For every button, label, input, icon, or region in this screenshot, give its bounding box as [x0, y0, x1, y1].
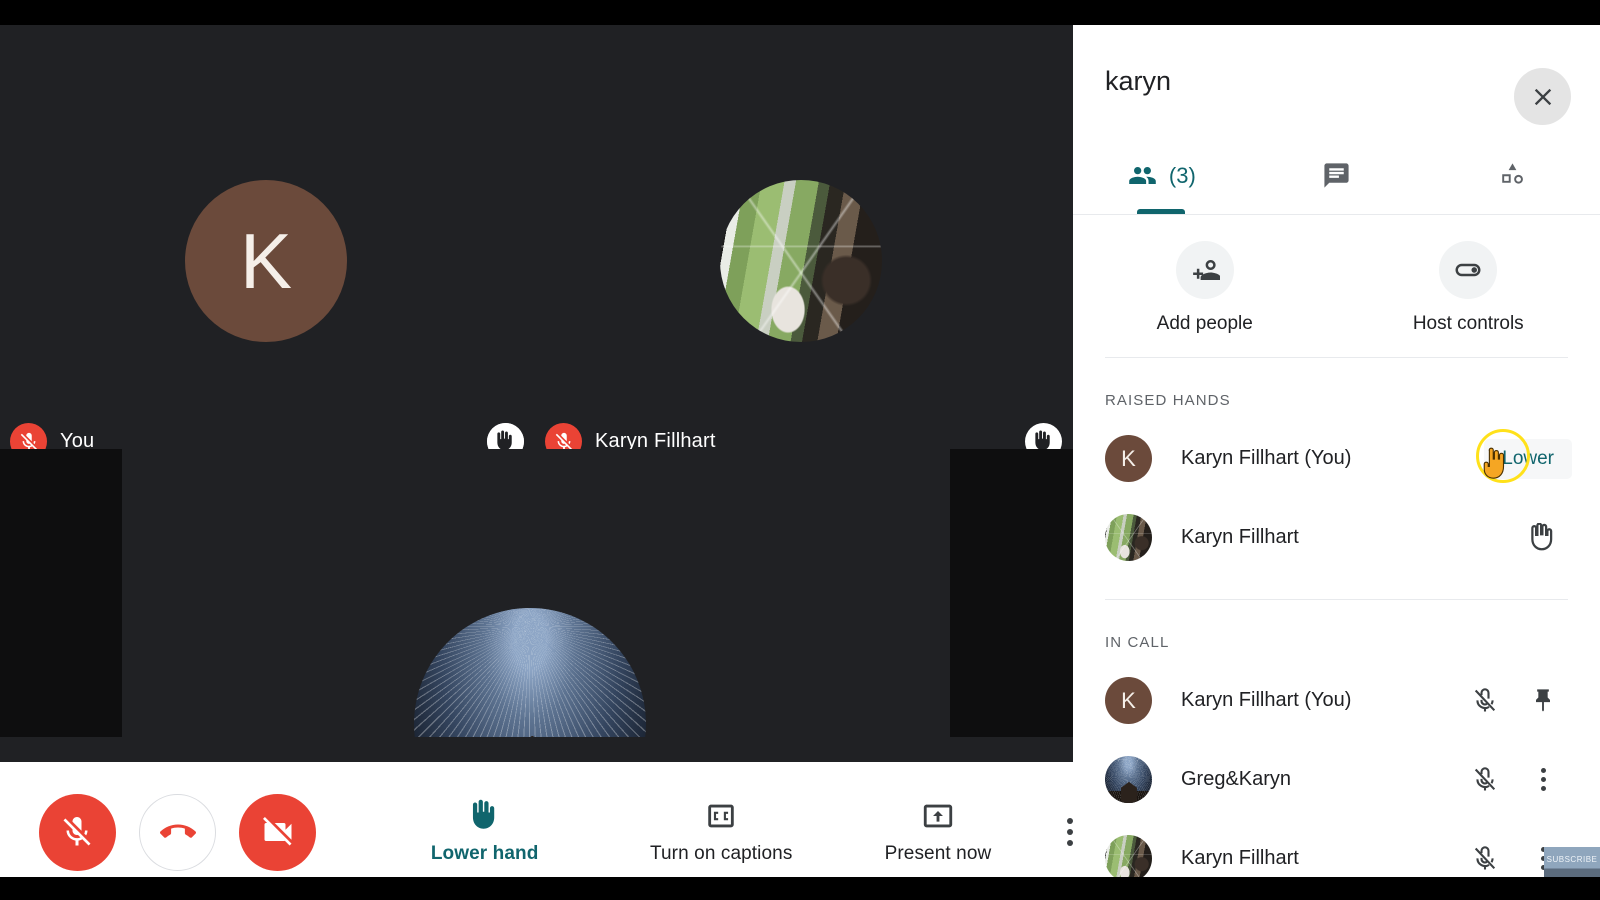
letterbox-bottom	[0, 877, 1600, 900]
avatar-initial: K	[1121, 445, 1136, 471]
row-actions	[1456, 751, 1572, 809]
in-call-row-greg-karyn[interactable]: Greg&Karyn	[1073, 740, 1600, 819]
participant-name: Greg&Karyn	[1181, 768, 1292, 790]
video-stage: K You Karyn Fillhart Lower hand Turn on …	[0, 25, 1073, 877]
section-raised-hands-title: Raised hands	[1105, 392, 1231, 409]
letterbox-top	[0, 0, 1600, 25]
in-call-row-you[interactable]: K Karyn Fillhart (You)	[1073, 661, 1600, 740]
lower-hand-label: Lower hand	[430, 843, 539, 864]
person-add-icon	[1175, 241, 1234, 299]
camera-off-icon	[262, 817, 292, 846]
subscribe-text: SUBSCRIBE	[1546, 855, 1598, 864]
raised-hand-icon	[468, 799, 502, 833]
participant-name: Karyn Fillhart	[1181, 847, 1299, 869]
in-call-row-karyn[interactable]: Karyn Fillhart	[1073, 819, 1600, 877]
more-vertical-icon[interactable]	[1514, 751, 1572, 809]
avatar: K	[1105, 677, 1152, 724]
raised-hand-row-you[interactable]: K Karyn Fillhart (You) Lower	[1073, 419, 1600, 498]
pin-icon[interactable]	[1514, 672, 1572, 730]
tab-activities[interactable]	[1424, 137, 1600, 214]
avatar-initial: K	[1121, 687, 1136, 713]
closed-caption-icon	[704, 799, 738, 833]
present-label: Present now	[884, 843, 992, 864]
raised-hand-icon	[1514, 509, 1572, 567]
video-tile-karyn[interactable]	[470, 25, 1073, 440]
subscribe-watermark: SUBSCRIBE	[1544, 847, 1600, 877]
present-now-action[interactable]: Present now	[885, 799, 992, 865]
add-people-label: Add people	[1156, 313, 1253, 334]
participant-name: Karyn Fillhart (You)	[1181, 689, 1352, 711]
people-count: (3)	[1168, 162, 1196, 188]
mic-off-icon[interactable]	[1456, 830, 1514, 878]
row-actions	[1456, 672, 1572, 730]
leave-call-button[interactable]	[139, 793, 217, 871]
video-tile-greg-karyn[interactable]	[122, 449, 950, 737]
participant-name: Karyn Fillhart	[1181, 526, 1299, 548]
video-tile-empty-right[interactable]	[950, 449, 1073, 737]
row-actions	[1514, 509, 1572, 567]
avatar: K	[185, 180, 347, 342]
mic-off-icon	[63, 817, 91, 846]
hangup-phone-icon	[159, 824, 196, 838]
mic-off-icon[interactable]	[1456, 751, 1514, 809]
present-screen-icon	[921, 799, 955, 833]
people-panel: karyn (3) Add people Host controls RAISE…	[1073, 25, 1600, 877]
lower-hand-button[interactable]: Lower	[1484, 438, 1572, 479]
avatar-photo	[1105, 756, 1152, 803]
panel-tabs: (3)	[1073, 137, 1600, 215]
tab-chat[interactable]	[1249, 137, 1425, 214]
turn-on-captions-action[interactable]: Turn on captions	[650, 799, 792, 865]
toggle-switch-icon	[1439, 241, 1498, 299]
host-controls-button[interactable]: Host controls	[1337, 241, 1600, 335]
avatar-initial: K	[239, 217, 293, 305]
tab-indicator	[1136, 209, 1185, 214]
people-icon	[1129, 167, 1156, 184]
lower-hand-action[interactable]: Lower hand	[431, 799, 539, 865]
raised-hand-row-karyn[interactable]: Karyn Fillhart	[1073, 498, 1600, 577]
panel-title: karyn	[1105, 65, 1172, 96]
avatar-photo	[720, 180, 882, 342]
activities-shapes-icon	[1501, 163, 1523, 184]
tab-people[interactable]: (3)	[1073, 137, 1249, 214]
video-tile-you[interactable]: K	[0, 25, 470, 440]
mic-toggle-button[interactable]	[38, 793, 116, 871]
participant-name: Karyn Fillhart (You)	[1181, 447, 1352, 469]
meet-window: K You Karyn Fillhart Lower hand Turn on …	[0, 0, 1600, 900]
add-people-button[interactable]: Add people	[1073, 241, 1337, 335]
host-controls-label: Host controls	[1412, 313, 1524, 334]
captions-label: Turn on captions	[650, 843, 793, 864]
section-in-call-title: In call	[1105, 634, 1170, 651]
avatar-photo	[414, 608, 646, 737]
close-panel-button[interactable]	[1514, 68, 1571, 125]
mic-off-icon[interactable]	[1456, 672, 1514, 730]
panel-quick-actions: Add people Host controls	[1073, 215, 1600, 357]
avatar: K	[1105, 435, 1152, 482]
row-actions: Lower	[1476, 428, 1572, 483]
camera-toggle-button[interactable]	[239, 793, 317, 871]
panel-header: karyn	[1073, 25, 1600, 137]
chat-bubble-icon	[1324, 163, 1349, 188]
avatar-photo	[1105, 835, 1152, 877]
close-icon	[1534, 88, 1551, 105]
avatar-photo	[1105, 514, 1152, 561]
video-tile-empty-left[interactable]	[0, 449, 122, 737]
meeting-controls-bar: Lower hand Turn on captions Present now	[0, 762, 1073, 877]
